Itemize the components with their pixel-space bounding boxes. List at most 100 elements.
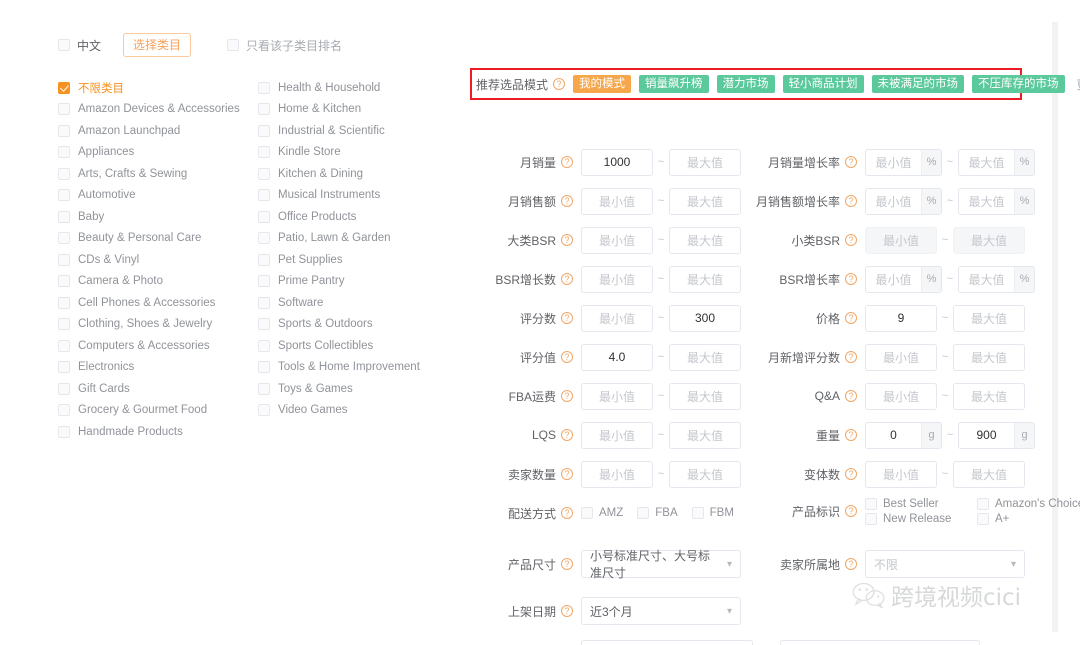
- help-icon[interactable]: ?: [561, 273, 573, 285]
- lf-1-min-input[interactable]: 最小值: [581, 187, 653, 215]
- category-item[interactable]: Camera & Photo: [58, 271, 258, 293]
- lf-5-max-input[interactable]: 最大值: [669, 343, 741, 371]
- category-item[interactable]: Musical Instruments: [258, 185, 458, 207]
- category-checkbox-12[interactable]: [58, 339, 70, 352]
- rf-3-min-input[interactable]: 最小值 %: [865, 265, 942, 293]
- category-checkbox-4[interactable]: [258, 167, 270, 180]
- shipping-checkbox-0[interactable]: [581, 507, 593, 519]
- category-item[interactable]: Sports Collectibles: [258, 335, 458, 357]
- help-icon[interactable]: ?: [561, 390, 573, 402]
- rf-1-min-input[interactable]: 最小值 %: [865, 187, 942, 215]
- category-item[interactable]: Sports & Outdoors: [258, 314, 458, 336]
- category-item[interactable]: 不限类目: [58, 77, 258, 99]
- category-checkbox-10[interactable]: [58, 296, 70, 309]
- badge-option-best-seller[interactable]: Best Seller: [865, 497, 977, 510]
- help-icon[interactable]: ?: [561, 195, 573, 207]
- rf-6-max-input[interactable]: 最大值: [953, 382, 1025, 410]
- rf-8-max-input[interactable]: 最大值: [953, 460, 1025, 488]
- keyword-include-box[interactable]: 精确 ▾ 包含关键词: [581, 640, 753, 645]
- more-modes-link[interactable]: 更多 ›: [1077, 76, 1080, 93]
- category-item[interactable]: Health & Household: [258, 77, 458, 99]
- rf-3-max-input[interactable]: 最大值 %: [958, 265, 1035, 293]
- category-item[interactable]: Home & Kitchen: [258, 99, 458, 121]
- mode-tag-3[interactable]: 轻小商品计划: [782, 75, 864, 93]
- lf-4-min-input[interactable]: 最小值: [581, 304, 653, 332]
- category-item[interactable]: CDs & Vinyl: [58, 249, 258, 271]
- vertical-scrollbar[interactable]: [1052, 22, 1058, 632]
- rf-7-max-input[interactable]: 900 g: [958, 421, 1035, 449]
- category-checkbox-7[interactable]: [258, 232, 270, 245]
- category-item[interactable]: Grocery & Gourmet Food: [58, 400, 258, 422]
- mode-tag-1[interactable]: 销量飙升榜: [639, 75, 709, 93]
- help-icon[interactable]: ?: [561, 468, 573, 480]
- category-checkbox-1[interactable]: [258, 103, 270, 116]
- rf-4-max-input[interactable]: 最大值: [953, 304, 1025, 332]
- mode-tag-0[interactable]: 我的模式: [573, 75, 632, 93]
- mode-tag-4[interactable]: 未被满足的市场: [871, 75, 965, 93]
- help-icon[interactable]: ?: [561, 312, 573, 324]
- rf-2-max-input[interactable]: 最大值: [953, 226, 1025, 254]
- category-checkbox-11[interactable]: [58, 318, 70, 331]
- keyword-exclude-input[interactable]: 排除关键词: [780, 640, 980, 645]
- category-checkbox-14[interactable]: [258, 382, 270, 395]
- category-checkbox-10[interactable]: [258, 296, 270, 309]
- category-item[interactable]: Amazon Launchpad: [58, 120, 258, 142]
- category-checkbox-13[interactable]: [58, 361, 70, 374]
- rf-8-min-input[interactable]: 最小值: [865, 460, 937, 488]
- category-item[interactable]: Pet Supplies: [258, 249, 458, 271]
- category-checkbox-6[interactable]: [58, 210, 70, 223]
- lf-5-min-input[interactable]: 4.0: [581, 343, 653, 371]
- category-item[interactable]: Amazon Devices & Accessories: [58, 99, 258, 121]
- badge-option-a-plus[interactable]: A+: [977, 512, 1080, 525]
- badge-checkbox-3[interactable]: [977, 512, 989, 525]
- help-icon[interactable]: ?: [845, 505, 857, 517]
- category-item[interactable]: Baby: [58, 206, 258, 228]
- category-checkbox-7[interactable]: [58, 232, 70, 245]
- shipping-checkbox-2[interactable]: [691, 507, 704, 519]
- category-item[interactable]: Tools & Home Improvement: [258, 357, 458, 379]
- category-checkbox-2[interactable]: [58, 124, 70, 137]
- category-checkbox-13[interactable]: [258, 361, 270, 374]
- lf-2-max-input[interactable]: 最大值: [669, 226, 741, 254]
- category-item[interactable]: Appliances: [58, 142, 258, 164]
- rf-5-max-input[interactable]: 最大值: [953, 343, 1025, 371]
- badge-checkbox-2[interactable]: [865, 512, 877, 525]
- category-item[interactable]: Prime Pantry: [258, 271, 458, 293]
- category-checkbox-6[interactable]: [258, 210, 270, 223]
- category-item[interactable]: Electronics: [58, 357, 258, 379]
- help-icon[interactable]: ?: [845, 312, 857, 324]
- category-checkbox-0[interactable]: [58, 81, 70, 94]
- lf-3-min-input[interactable]: 最小值: [581, 265, 653, 293]
- category-item[interactable]: Handmade Products: [58, 421, 258, 443]
- category-checkbox-5[interactable]: [258, 189, 270, 202]
- lf-3-max-input[interactable]: 最大值: [669, 265, 741, 293]
- help-icon[interactable]: ?: [561, 156, 573, 168]
- category-checkbox-15[interactable]: [58, 404, 70, 417]
- category-item[interactable]: Patio, Lawn & Garden: [258, 228, 458, 250]
- category-item[interactable]: Kitchen & Dining: [258, 163, 458, 185]
- shipping-option-fba[interactable]: FBA: [637, 507, 678, 519]
- lf-7-max-input[interactable]: 最大值: [669, 421, 741, 449]
- shipping-option-fbm[interactable]: FBM: [691, 507, 734, 519]
- category-item[interactable]: Software: [258, 292, 458, 314]
- category-checkbox-8[interactable]: [58, 253, 70, 266]
- category-item[interactable]: Toys & Games: [258, 378, 458, 400]
- category-checkbox-14[interactable]: [58, 382, 70, 395]
- rf-2-min-input[interactable]: 最小值: [865, 226, 937, 254]
- category-checkbox-15[interactable]: [258, 404, 270, 417]
- seller-location-select[interactable]: 不限 ▾: [865, 550, 1025, 578]
- rf-0-min-input[interactable]: 最小值 %: [865, 148, 942, 176]
- category-checkbox-9[interactable]: [58, 275, 70, 288]
- badge-option-amazons-choice[interactable]: Amazon's Choice: [977, 497, 1080, 510]
- category-checkbox-4[interactable]: [58, 167, 70, 180]
- category-item[interactable]: Automotive: [58, 185, 258, 207]
- lf-1-max-input[interactable]: 最大值: [669, 187, 741, 215]
- rf-1-max-input[interactable]: 最大值 %: [958, 187, 1035, 215]
- help-icon[interactable]: ?: [845, 558, 857, 570]
- product-size-select[interactable]: 小号标准尺寸、大号标准尺寸 ▾: [581, 549, 741, 580]
- help-icon[interactable]: ?: [561, 351, 573, 363]
- rf-0-max-input[interactable]: 最大值 %: [958, 148, 1035, 176]
- mode-tag-2[interactable]: 潜力市场: [716, 75, 775, 93]
- category-item[interactable]: Kindle Store: [258, 142, 458, 164]
- help-icon[interactable]: ?: [845, 390, 857, 402]
